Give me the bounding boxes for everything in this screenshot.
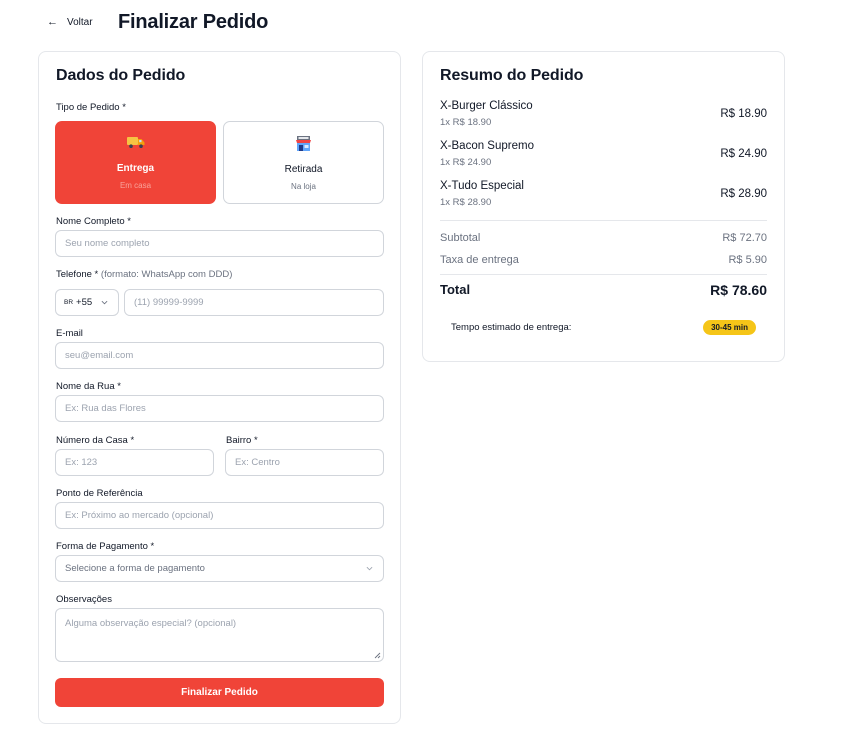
eta-badge: 30-45 min [703,320,756,335]
name-label: Nome Completo * [56,216,131,227]
payment-label: Forma de Pagamento * [56,541,155,552]
total-label: Total [440,282,471,297]
order-type-delivery-button[interactable]: Entrega Em casa [55,121,216,204]
house-number-input[interactable]: Ex: 123 [55,449,214,476]
back-button[interactable]: ← Voltar [47,15,93,28]
notes-placeholder: Alguma observação especial? (opcional) [65,618,237,629]
arrow-left-icon: ← [47,15,58,28]
delivery-fee-label: Taxa de entrega [440,254,519,266]
payment-select[interactable]: Selecione a forma de pagamento [55,555,384,582]
email-label: E-mail [56,328,83,339]
payment-placeholder: Selecione a forma de pagamento [65,563,205,574]
delivery-fee-value: R$ 5.90 [728,254,767,266]
house-number-placeholder: Ex: 123 [65,457,98,468]
subtotal-label: Subtotal [440,232,481,244]
order-form-card: Dados do Pedido Tipo de Pedido * Entrega… [38,51,401,724]
chevron-down-icon [101,300,108,305]
item-name: X-Burger Clássico [440,100,533,112]
eta-label: Tempo estimado de entrega: [451,322,572,333]
reference-placeholder: Ex: Próximo ao mercado (opcional) [65,510,214,521]
resize-handle-icon[interactable] [373,651,381,659]
phone-label-text: Telefone * [56,269,99,280]
item-qty: 1x R$ 18.90 [440,117,492,128]
form-title: Dados do Pedido [56,67,186,84]
order-type-pickup-label: Retirada [284,164,323,175]
street-input[interactable]: Ex: Rua das Flores [55,395,384,422]
country-code-select[interactable]: BR +55 [55,289,119,316]
item-name: X-Bacon Supremo [440,140,534,152]
country-code-value: +55 [76,297,93,308]
summary-title: Resumo do Pedido [440,67,584,84]
phone-placeholder: (11) 99999-9999 [134,297,204,308]
divider [440,220,767,221]
back-label: Voltar [67,16,93,28]
page-title: Finalizar Pedido [118,11,269,33]
item-price: R$ 24.90 [720,148,767,160]
email-input[interactable]: seu@email.com [55,342,384,369]
truck-icon [55,135,216,149]
chevron-down-icon [366,566,373,571]
phone-input[interactable]: (11) 99999-9999 [124,289,384,316]
item-price: R$ 28.90 [720,188,767,200]
reference-label: Ponto de Referência [56,488,143,499]
street-placeholder: Ex: Rua das Flores [65,403,146,414]
name-placeholder: Seu nome completo [65,238,150,249]
item-qty: 1x R$ 24.90 [440,157,492,168]
item-price: R$ 18.90 [720,108,767,120]
notes-label: Observações [56,594,112,605]
total-value: R$ 78.60 [710,282,767,298]
item-name: X-Tudo Especial [440,180,524,192]
district-placeholder: Ex: Centro [235,457,280,468]
phone-hint: (formato: WhatsApp com DDD) [100,269,233,280]
divider [440,274,767,275]
order-type-delivery-sub: Em casa [119,181,152,190]
submit-order-button[interactable]: Finalizar Pedido [55,678,384,707]
district-label: Bairro * [226,435,258,446]
reference-input[interactable]: Ex: Próximo ao mercado (opcional) [55,502,384,529]
email-placeholder: seu@email.com [65,350,134,361]
order-type-label: Tipo de Pedido * [56,102,126,113]
street-label: Nome da Rua * [56,381,121,392]
order-summary-card: Resumo do Pedido X-Burger Clássico 1x R$… [422,51,785,362]
notes-textarea[interactable]: Alguma observação especial? (opcional) [55,608,384,662]
order-type-delivery-label: Entrega [116,163,155,174]
brazil-flag-icon: BR [64,299,74,306]
store-icon [224,136,383,152]
district-input[interactable]: Ex: Centro [225,449,384,476]
house-number-label: Número da Casa * [56,435,135,446]
phone-label: Telefone * (formato: WhatsApp com DDD) [56,269,232,280]
item-qty: 1x R$ 28.90 [440,197,492,208]
order-type-pickup-button[interactable]: Retirada Na loja [223,121,384,204]
subtotal-value: R$ 72.70 [722,232,767,244]
name-input[interactable]: Seu nome completo [55,230,384,257]
order-type-pickup-sub: Na loja [291,182,316,191]
